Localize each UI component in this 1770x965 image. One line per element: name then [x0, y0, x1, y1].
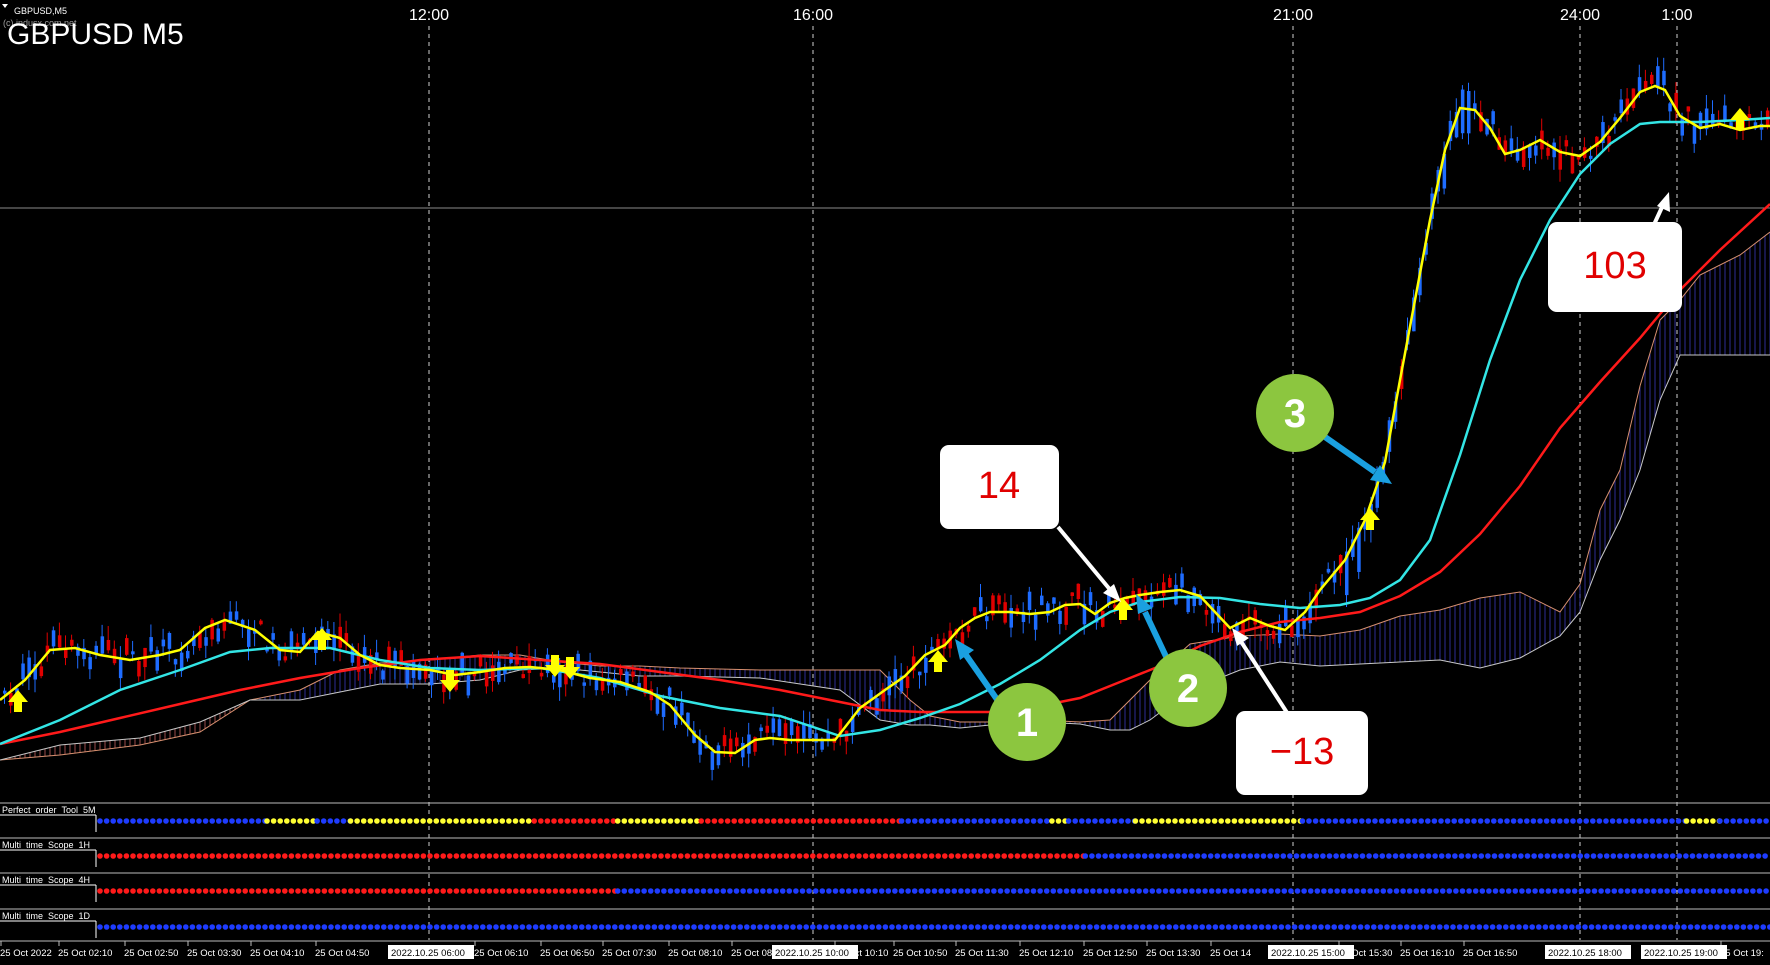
date-highlight-label: 2022.10.25 15:00: [1271, 948, 1345, 959]
date-tick-label: 25 Oct 03:30: [187, 948, 241, 959]
candlesticks: [3, 57, 1770, 781]
date-tick-label: 25 Oct 10:50: [893, 948, 947, 959]
date-tick-label: 25 Oct 16:50: [1463, 948, 1517, 959]
date-highlight-label: 2022.10.25 06:00: [391, 948, 465, 959]
step-circle-3: 3: [1256, 374, 1334, 452]
signal-arrows: [8, 108, 1750, 712]
date-tick-label: 25 Oct 13:30: [1146, 948, 1200, 959]
svg-text:103: 103: [1583, 245, 1646, 287]
panel-name: Multi_time_Scope_4H: [2, 875, 90, 885]
svg-text:2: 2: [1177, 667, 1199, 711]
date-tick-label: 25 Oct 14: [1210, 948, 1251, 959]
time-label-24: 24:00: [1560, 7, 1600, 24]
slow-ma-line: [0, 203, 1770, 746]
panel-name: Multi_time_Scope_1H: [2, 840, 90, 850]
date-tick-label: 25 Oct 02:50: [124, 948, 178, 959]
date-highlight-label: 2022.10.25 10:00: [775, 948, 849, 959]
chart-menu-triangle-icon[interactable]: [2, 4, 8, 8]
symbol-tab: GBPUSD,M5: [14, 6, 67, 16]
ichimoku-cloud: [0, 231, 1770, 761]
indicator-panels: Perfect_order_Tool_5M Multi_time_Scope_1H…: [0, 802, 1770, 938]
date-highlight-label: 2022.10.25 18:00: [1548, 948, 1622, 959]
date-tick-label: 25 Oct 12:10: [1019, 948, 1073, 959]
panel-name: Perfect_order_Tool_5M: [2, 805, 96, 815]
date-tick-label: 25 Oct 06:50: [540, 948, 594, 959]
date-tick-label: 25 Oct 04:50: [315, 948, 369, 959]
date-tick-label: 25 Oct 04:10: [250, 948, 304, 959]
chart-title: GBPUSD M5: [7, 18, 184, 51]
time-label-21: 21:00: [1273, 7, 1313, 24]
date-highlight-label: 2022.10.25 19:00: [1644, 948, 1718, 959]
time-label-16: 16:00: [793, 7, 833, 24]
svg-text:14: 14: [978, 465, 1020, 507]
date-tick-label: 25 Oct 02:10: [58, 948, 112, 959]
callout-box-103: 103: [1548, 222, 1682, 312]
callout-box-minus13: −13: [1236, 711, 1368, 795]
svg-text:−13: −13: [1270, 731, 1334, 773]
price-chart[interactable]: GBPUSD,M5 (c) indusx.com.net GBPUSD M5 1…: [0, 0, 1770, 965]
date-tick-label: 25 Oct 12:50: [1083, 948, 1137, 959]
date-tick-label: 25 Oct 06:10: [474, 948, 528, 959]
panel-name: Multi_time_Scope_1D: [2, 911, 91, 921]
svg-text:1: 1: [1016, 701, 1038, 745]
time-label-1: 1:00: [1661, 7, 1692, 24]
date-tick-label: 25 Oct 16:10: [1400, 948, 1454, 959]
date-axis: 25 Oct 2022 25 Oct 02:10 25 Oct 02:50 25 Oc…: [0, 940, 1770, 959]
date-tick-label: 25 Oct 11:30: [955, 948, 1009, 959]
date-tick-label: 25 Oct 2022: [0, 948, 52, 959]
callout-box-14: 14: [940, 445, 1059, 529]
time-label-12: 12:00: [409, 7, 449, 24]
step-circle-1: 1: [988, 683, 1066, 761]
date-tick-label: 25 Oct 07:30: [602, 948, 656, 959]
step-circle-2: 2: [1149, 649, 1227, 727]
date-tick-label: 25 Oct 08:10: [668, 948, 722, 959]
svg-text:3: 3: [1284, 392, 1306, 436]
